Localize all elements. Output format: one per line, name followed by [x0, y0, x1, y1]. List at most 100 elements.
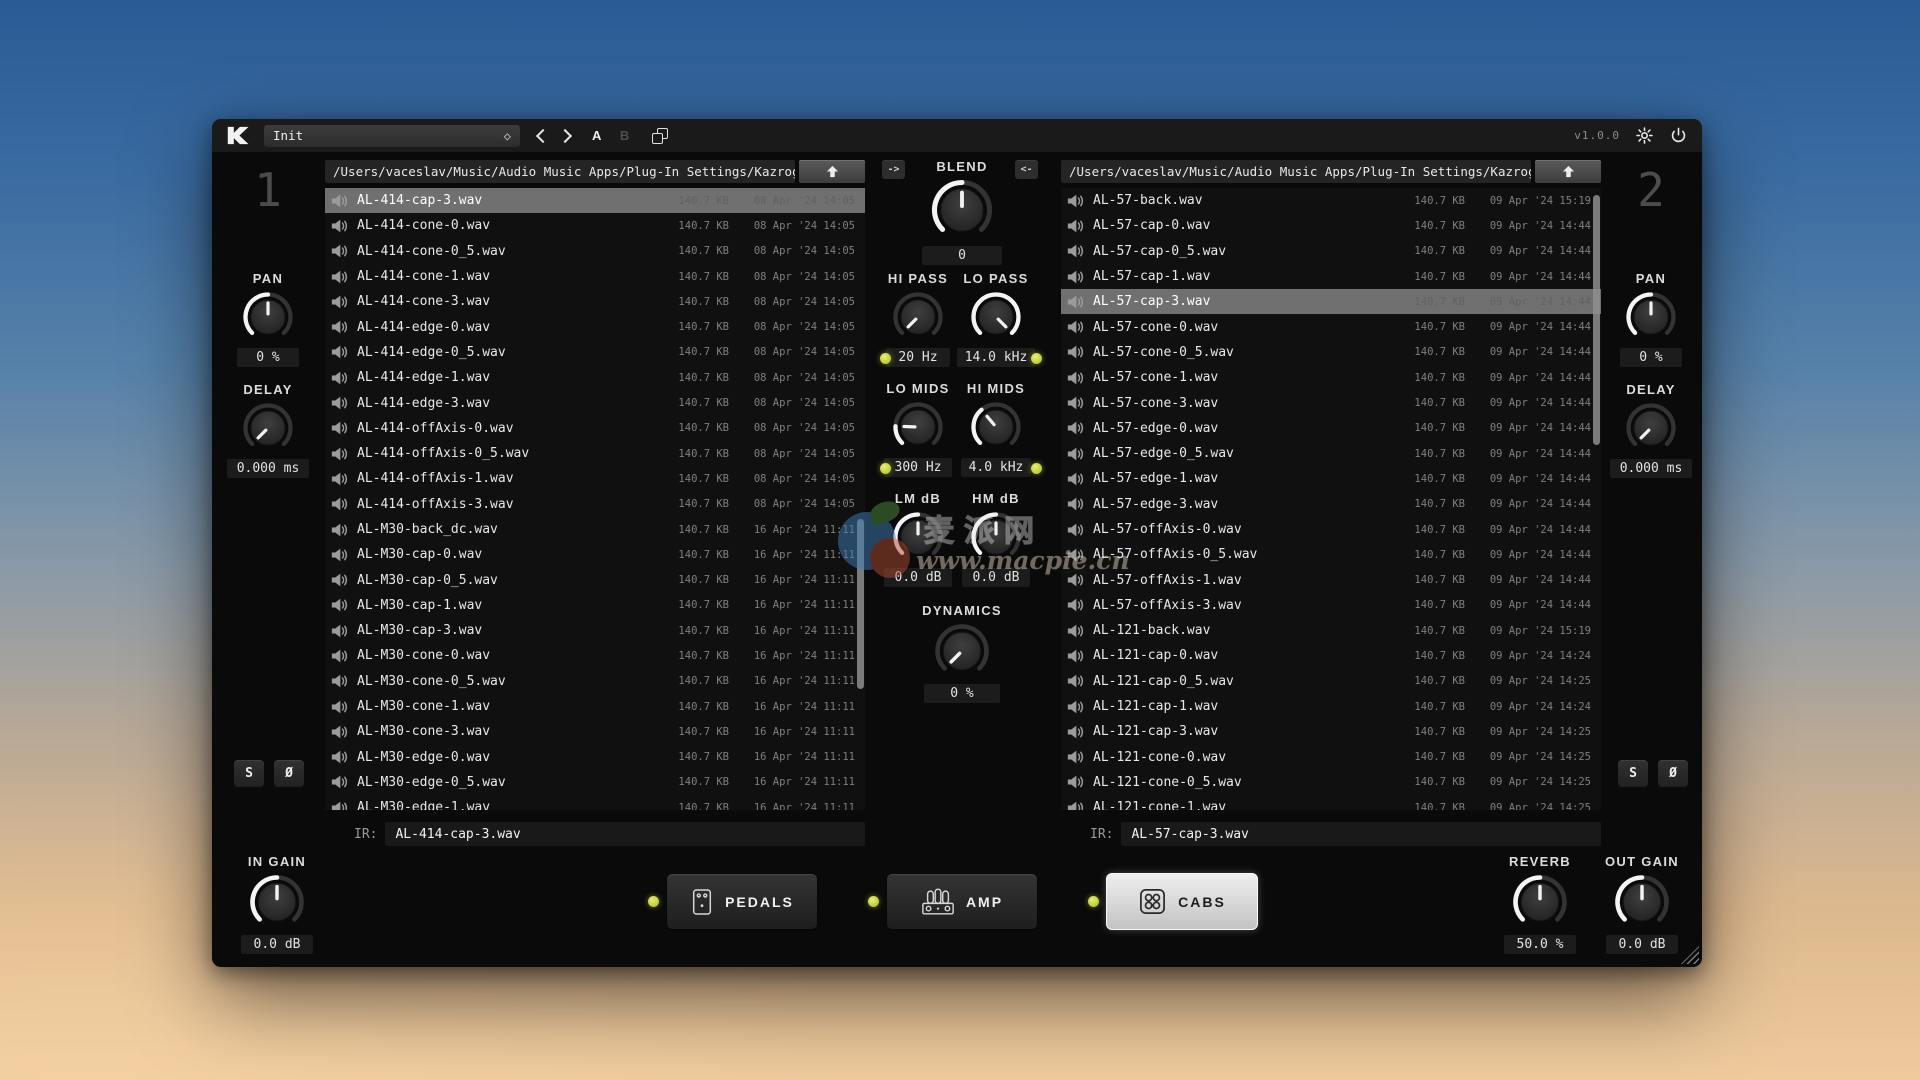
file-row[interactable]: AL-414-edge-0_5.wav 140.7 KB 08 Apr '24 …	[325, 340, 865, 365]
lmdb-value[interactable]: 0.0 dB	[884, 568, 952, 587]
file-row[interactable]: AL-121-cone-0_5.wav 140.7 KB 09 Apr '24 …	[1061, 770, 1601, 795]
out-gain-value[interactable]: 0.0 dB	[1606, 935, 1678, 954]
file-row[interactable]: AL-121-cap-0.wav 140.7 KB 09 Apr '24 14:…	[1061, 643, 1601, 668]
in-gain-knob[interactable]	[249, 874, 305, 930]
file-row[interactable]: AL-57-cap-3.wav 140.7 KB 09 Apr '24 14:4…	[1061, 289, 1601, 315]
pan-2-knob[interactable]	[1625, 291, 1677, 343]
scrollbar-thumb-1[interactable]	[857, 519, 864, 689]
file-row[interactable]: AL-M30-cone-0.wav 140.7 KB 16 Apr '24 11…	[325, 643, 865, 668]
file-row[interactable]: AL-M30-back_dc.wav 140.7 KB 16 Apr '24 1…	[325, 517, 865, 542]
file-row[interactable]: AL-M30-edge-0.wav 140.7 KB 16 Apr '24 11…	[325, 745, 865, 770]
himids-value[interactable]: 4.0 kHz	[960, 458, 1032, 477]
file-row[interactable]: AL-57-offAxis-0.wav 140.7 KB 09 Apr '24 …	[1061, 517, 1601, 542]
file-row[interactable]: AL-121-cone-1.wav 140.7 KB 09 Apr '24 14…	[1061, 795, 1601, 810]
file-row[interactable]: AL-121-back.wav 140.7 KB 09 Apr '24 15:1…	[1061, 618, 1601, 643]
browser-2-path[interactable]: /Users/vaceslav/Music/Audio Music Apps/P…	[1061, 160, 1531, 183]
file-row[interactable]: AL-414-cone-0_5.wav 140.7 KB 08 Apr '24 …	[325, 239, 865, 264]
phase-2-button[interactable]: Ø	[1657, 759, 1689, 788]
file-row[interactable]: AL-M30-edge-1.wav 140.7 KB 16 Apr '24 11…	[325, 795, 865, 810]
dynamics-knob[interactable]	[934, 623, 990, 679]
power-icon[interactable]	[1669, 126, 1688, 145]
file-row[interactable]: AL-57-cap-0.wav 140.7 KB 09 Apr '24 14:4…	[1061, 213, 1601, 238]
gear-icon[interactable]	[1635, 126, 1654, 145]
delay-1-value[interactable]: 0.000 ms	[227, 459, 309, 478]
file-row[interactable]: AL-57-offAxis-0_5.wav 140.7 KB 09 Apr '2…	[1061, 542, 1601, 567]
lomids-knob[interactable]	[892, 401, 944, 453]
file-row[interactable]: AL-57-back.wav 140.7 KB 09 Apr '24 15:19	[1061, 188, 1601, 213]
file-row[interactable]: AL-M30-cap-0.wav 140.7 KB 16 Apr '24 11:…	[325, 542, 865, 567]
solo-1-button[interactable]: S	[233, 759, 265, 788]
file-row[interactable]: AL-57-edge-3.wav 140.7 KB 09 Apr '24 14:…	[1061, 492, 1601, 517]
file-row[interactable]: AL-414-cone-1.wav 140.7 KB 08 Apr '24 14…	[325, 264, 865, 289]
hipass-value[interactable]: 20 Hz	[886, 348, 950, 367]
delay-1-knob[interactable]	[242, 402, 294, 454]
dynamics-value[interactable]: 0 %	[924, 684, 1000, 703]
preset-selector[interactable]: Init ◇	[264, 124, 520, 147]
next-preset-button[interactable]	[557, 128, 573, 143]
file-row[interactable]: AL-M30-cap-0_5.wav 140.7 KB 16 Apr '24 1…	[325, 567, 865, 592]
lopass-knob[interactable]	[970, 291, 1022, 343]
himids-knob[interactable]	[970, 401, 1022, 453]
solo-2-button[interactable]: S	[1617, 759, 1649, 788]
file-row[interactable]: AL-57-cone-0.wav 140.7 KB 09 Apr '24 14:…	[1061, 314, 1601, 339]
file-row[interactable]: AL-57-edge-0.wav 140.7 KB 09 Apr '24 14:…	[1061, 416, 1601, 441]
phase-1-button[interactable]: Ø	[273, 759, 305, 788]
file-row[interactable]: AL-M30-cone-0_5.wav 140.7 KB 16 Apr '24 …	[325, 669, 865, 694]
scrollbar-thumb-2[interactable]	[1593, 195, 1600, 445]
file-row[interactable]: AL-414-cone-3.wav 140.7 KB 08 Apr '24 14…	[325, 289, 865, 314]
file-row[interactable]: AL-414-edge-0.wav 140.7 KB 08 Apr '24 14…	[325, 314, 865, 339]
file-row[interactable]: AL-414-edge-1.wav 140.7 KB 08 Apr '24 14…	[325, 365, 865, 390]
file-row[interactable]: AL-M30-cap-3.wav 140.7 KB 16 Apr '24 11:…	[325, 618, 865, 643]
out-gain-knob[interactable]	[1614, 874, 1670, 930]
file-row[interactable]: AL-57-edge-0_5.wav 140.7 KB 09 Apr '24 1…	[1061, 441, 1601, 466]
file-row[interactable]: AL-57-cone-1.wav 140.7 KB 09 Apr '24 14:…	[1061, 365, 1601, 390]
file-row[interactable]: AL-414-cap-3.wav 140.7 KB 08 Apr '24 14:…	[325, 188, 865, 214]
file-row[interactable]: AL-M30-cap-1.wav 140.7 KB 16 Apr '24 11:…	[325, 593, 865, 618]
file-row[interactable]: AL-414-offAxis-0_5.wav 140.7 KB 08 Apr '…	[325, 441, 865, 466]
file-row[interactable]: AL-414-offAxis-1.wav 140.7 KB 08 Apr '24…	[325, 466, 865, 491]
file-row[interactable]: AL-57-offAxis-1.wav 140.7 KB 09 Apr '24 …	[1061, 567, 1601, 592]
ab-slot-b-button[interactable]: B	[620, 128, 630, 143]
file-row[interactable]: AL-M30-cone-1.wav 140.7 KB 16 Apr '24 11…	[325, 694, 865, 719]
pan-2-value[interactable]: 0 %	[1620, 348, 1682, 367]
file-row[interactable]: AL-M30-edge-0_5.wav 140.7 KB 16 Apr '24 …	[325, 770, 865, 795]
file-row[interactable]: AL-57-cone-0_5.wav 140.7 KB 09 Apr '24 1…	[1061, 340, 1601, 365]
file-row[interactable]: AL-414-edge-3.wav 140.7 KB 08 Apr '24 14…	[325, 390, 865, 415]
file-row[interactable]: AL-121-cap-3.wav 140.7 KB 09 Apr '24 14:…	[1061, 719, 1601, 744]
reverb-value[interactable]: 50.0 %	[1504, 935, 1576, 954]
file-row[interactable]: AL-414-offAxis-3.wav 140.7 KB 08 Apr '24…	[325, 492, 865, 517]
file-row[interactable]: AL-121-cone-0.wav 140.7 KB 09 Apr '24 14…	[1061, 745, 1601, 770]
cabs-button[interactable]: CABS	[1106, 873, 1258, 930]
file-row[interactable]: AL-M30-cone-3.wav 140.7 KB 16 Apr '24 11…	[325, 719, 865, 744]
prev-preset-button[interactable]	[535, 128, 551, 143]
delay-2-knob[interactable]	[1625, 402, 1677, 454]
file-row[interactable]: AL-57-cone-3.wav 140.7 KB 09 Apr '24 14:…	[1061, 390, 1601, 415]
blend-knob[interactable]	[931, 179, 993, 241]
hmdb-knob[interactable]	[970, 511, 1022, 563]
pedals-button[interactable]: PEDALS	[666, 873, 818, 930]
amp-button[interactable]: AMP	[886, 873, 1038, 930]
copy-to-right-button[interactable]: ->	[882, 160, 905, 179]
browser-1-path[interactable]: /Users/vaceslav/Music/Audio Music Apps/P…	[325, 160, 795, 183]
file-row[interactable]: AL-414-offAxis-0.wav 140.7 KB 08 Apr '24…	[325, 416, 865, 441]
file-row[interactable]: AL-414-cone-0.wav 140.7 KB 08 Apr '24 14…	[325, 213, 865, 238]
file-row[interactable]: AL-57-offAxis-3.wav 140.7 KB 09 Apr '24 …	[1061, 593, 1601, 618]
pan-1-knob[interactable]	[242, 291, 294, 343]
file-row[interactable]: AL-57-cap-0_5.wav 140.7 KB 09 Apr '24 14…	[1061, 239, 1601, 264]
blend-value[interactable]: 0	[922, 246, 1002, 265]
reverb-knob[interactable]	[1512, 874, 1568, 930]
copy-to-left-button[interactable]: <-	[1015, 160, 1038, 179]
folder-up-button[interactable]	[799, 160, 865, 183]
in-gain-value[interactable]: 0.0 dB	[241, 935, 313, 954]
lomids-value[interactable]: 300 Hz	[884, 458, 952, 477]
delay-2-value[interactable]: 0.000 ms	[1610, 459, 1692, 478]
ab-slot-a-button[interactable]: A	[592, 128, 602, 143]
hipass-knob[interactable]	[892, 291, 944, 343]
copy-icon[interactable]	[651, 127, 668, 144]
file-row[interactable]: AL-121-cap-0_5.wav 140.7 KB 09 Apr '24 1…	[1061, 669, 1601, 694]
folder-up-button[interactable]	[1535, 160, 1601, 183]
file-row[interactable]: AL-121-cap-1.wav 140.7 KB 09 Apr '24 14:…	[1061, 694, 1601, 719]
file-row[interactable]: AL-57-edge-1.wav 140.7 KB 09 Apr '24 14:…	[1061, 466, 1601, 491]
hmdb-value[interactable]: 0.0 dB	[962, 568, 1030, 587]
lmdb-knob[interactable]	[892, 511, 944, 563]
